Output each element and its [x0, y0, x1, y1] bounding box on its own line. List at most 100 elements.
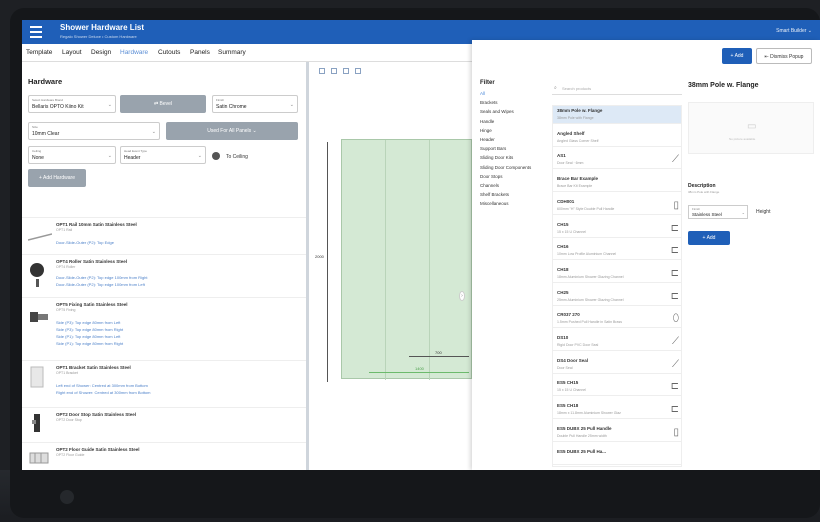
product-item[interactable]: Brace Bar Example Brace Bar Kit Example — [553, 174, 681, 193]
search-placeholder: Search products — [562, 86, 592, 91]
hardware-item-placement[interactable]: Door-Slide-Outer (P2): Top Edge — [56, 240, 114, 245]
tool-icon[interactable] — [319, 68, 325, 74]
product-desc: 18mm x 11.8mm Aluminium Shower Glaz — [557, 411, 621, 416]
rail-thumbnail — [27, 226, 53, 244]
product-item[interactable]: ES5 DUBX 25 Pull Ha... — [553, 447, 681, 465]
tool-icon[interactable] — [343, 68, 349, 74]
product-item[interactable]: DS10 Rigid Door PVC Door Seal ⟋ — [553, 333, 681, 351]
hardware-item-name: OPT2 Floor Guide Satin Stainless Steel — [56, 447, 140, 452]
tab-cutouts[interactable]: Cutouts — [158, 49, 180, 56]
hardware-item-placement[interactable]: Right end of Shower: Centred at 300mm fr… — [56, 390, 151, 395]
product-item[interactable]: CH25 25mm Aluminium Shower Glazing Channe… — [553, 288, 681, 306]
hardware-item-name: OPT1 Bracket Satin Stainless Steel — [56, 365, 131, 370]
product-item[interactable]: ES5 CH15 15 x 15 U Channel ⊏ — [553, 378, 681, 397]
hardware-item-placement[interactable]: Left end of Shower: Centred at 300mm fro… — [56, 383, 148, 388]
product-item[interactable]: AS1 Door Seal · 6mm ⟋ — [553, 151, 681, 170]
tab-design[interactable]: Design — [91, 49, 111, 56]
product-item[interactable]: ES5 DUBX 25 Pull Handle Double Pull Handl… — [553, 424, 681, 442]
product-item[interactable]: 38mm Pole w. Flange 38mm Pole with Flange — [553, 106, 681, 124]
hardware-item-placement[interactable]: Side (P1): Top edge 80mm from Right — [56, 341, 123, 346]
head-type-select[interactable]: Head Event Type Header ⌄ — [120, 146, 206, 164]
filter-item-door-stops[interactable]: Door Stops — [480, 174, 552, 179]
filter-item-hinge[interactable]: Hinge — [480, 128, 552, 133]
product-item[interactable]: Angled Shelf Angled Glass Corner Shelf — [553, 129, 681, 147]
detail-finish-label: Finish — [692, 207, 701, 211]
product-icon: ⬯ — [672, 313, 679, 325]
hardware-item[interactable]: OPT2 Door Stop Satin Stainless Steel OPT… — [22, 407, 306, 441]
product-item[interactable]: CDH001 600mm "H" Style Double Pull Handle… — [553, 197, 681, 215]
hardware-item-name: OPT5 Fixing Satin Stainless Steel — [56, 302, 128, 307]
tool-icon[interactable] — [331, 68, 337, 74]
filter-item-seals[interactable]: Seals and Wipes — [480, 109, 552, 114]
hardware-item[interactable]: OPT2 Floor Guide Satin Stainless Steel O… — [22, 442, 306, 470]
app-window: Shower Hardware List Regalo Shower Delux… — [22, 20, 820, 470]
used-for-all-panels-button[interactable]: Used For All Panels ⌄ — [166, 122, 298, 140]
product-item[interactable]: CH16 10mm Low Profile Aluminium Channel ⊏ — [553, 242, 681, 261]
chevron-down-icon: ⌄ — [107, 102, 112, 108]
add-hardware-button[interactable]: + Add Hardware — [28, 169, 86, 187]
fixing-thumbnail — [28, 308, 48, 326]
product-name: 38mm Pole w. Flange — [557, 108, 603, 113]
tab-template[interactable]: Template — [26, 49, 52, 56]
product-item[interactable]: CH15 15 x 15 U Channel ⊏ — [553, 220, 681, 238]
product-desc: Brace Bar Kit Example — [557, 184, 593, 189]
brand-label: Select Hardware Brand — [32, 98, 64, 102]
filter-item-shelf-brackets[interactable]: Shelf Brackets — [480, 192, 552, 197]
filter-item-misc[interactable]: Miscellaneous — [480, 201, 552, 206]
ceiling-select[interactable]: Ceiling None ⌄ — [28, 146, 116, 164]
product-desc: 600mm "H" Style Double Pull Handle — [557, 206, 615, 211]
finish-select[interactable]: Finish Satin Chrome ⌄ — [212, 95, 298, 113]
bevel-button[interactable]: ⇄ Bevel — [120, 95, 206, 113]
tab-panels[interactable]: Panels — [190, 49, 210, 56]
hardware-item-placement[interactable]: Door-Slide-Outer (P2): Top edge 100mm fr… — [56, 275, 148, 280]
size-select[interactable]: Size 10mm Clear ⌄ — [28, 122, 160, 140]
filter-item-sliding-kits[interactable]: Sliding Door Kits — [480, 155, 552, 160]
hamburger-icon[interactable] — [30, 26, 42, 38]
filter-item-sliding-components[interactable]: Sliding Door Components — [480, 165, 552, 170]
product-item[interactable]: DS4 Door Seal Door Seal ⟋ — [553, 356, 681, 374]
hardware-item-name: OPT2 Door Stop Satin Stainless Steel — [56, 412, 137, 417]
detail-finish-value: Stainless Steel — [692, 212, 722, 217]
product-icon: ▯ — [673, 199, 679, 211]
user-menu[interactable]: Smart Builder ⌄ — [776, 28, 812, 34]
tab-hardware[interactable]: Hardware — [120, 49, 148, 56]
product-desc: Rigid Door PVC Door Seal — [557, 343, 599, 347]
detail-add-button[interactable]: + Add — [688, 231, 730, 245]
glass-panels[interactable] — [341, 139, 472, 380]
background-blob — [60, 490, 74, 504]
collapse-handle[interactable]: › — [459, 291, 465, 301]
product-item[interactable]: CR037 270 1.5mm Pushed Pull Handle in Sat… — [553, 310, 681, 329]
hardware-item-placement[interactable]: Door-Slide-Outer (P2): Top edge 100mm fr… — [56, 282, 145, 287]
filter-item-header[interactable]: Header — [480, 137, 552, 142]
hardware-item[interactable]: OPT4 Roller Satin Stainless Steel OPT4 R… — [22, 254, 306, 296]
product-item[interactable]: CH18 18mm Aluminium Shower Glazing Channe… — [553, 265, 681, 283]
product-search-input[interactable]: ⌕ Search products — [552, 83, 682, 95]
panel-divider — [429, 140, 430, 380]
design-canvas[interactable]: 2000 › 700 1400 — [309, 62, 472, 470]
hardware-item[interactable]: OPT5 Fixing Satin Stainless Steel OPT5 F… — [22, 297, 306, 359]
hardware-item[interactable]: OPT1 Bracket Satin Stainless Steel OPT1 … — [22, 360, 306, 406]
width-dimension-label: 700 — [435, 350, 442, 355]
product-icon: ⟋ — [672, 336, 679, 347]
filter-item-support-bars[interactable]: Support Bars — [480, 146, 552, 151]
hardware-item[interactable]: OPT1 Rail 10mm Satin Stainless Steel OPT… — [22, 217, 306, 253]
tool-icon[interactable] — [355, 68, 361, 74]
hardware-item-placement[interactable]: Side (P3): Top edge 80mm from Left — [56, 320, 120, 325]
detail-finish-select[interactable]: Finish Stainless Steel ⌄ — [688, 205, 748, 219]
hardware-item-code: OPT2 Door Stop — [56, 418, 82, 422]
brand-select[interactable]: Select Hardware Brand Bellaris OPTO Kiin… — [28, 95, 116, 113]
tab-layout[interactable]: Layout — [62, 49, 82, 56]
filter-item-all[interactable]: All — [480, 91, 552, 96]
app-title: Shower Hardware List — [60, 23, 145, 32]
hardware-item-placement[interactable]: Side (P3): Top edge 80mm from Right — [56, 327, 123, 332]
to-ceiling-label: To Ceiling — [226, 154, 248, 160]
filter-item-channels[interactable]: Channels — [480, 183, 552, 188]
product-name: DS4 Door Seal — [557, 357, 589, 363]
product-desc: Door Seal · 6mm — [557, 161, 584, 166]
product-item[interactable]: ES5 CH18 18mm x 11.8mm Aluminium Shower G… — [553, 401, 681, 420]
to-ceiling-toggle[interactable] — [212, 152, 220, 160]
hardware-item-placement[interactable]: Side (P1): Top edge 80mm from Left — [56, 334, 120, 339]
filter-item-handle[interactable]: Handle — [480, 119, 552, 124]
tab-summary[interactable]: Summary — [218, 49, 246, 56]
filter-item-brackets[interactable]: Brackets — [480, 100, 552, 105]
